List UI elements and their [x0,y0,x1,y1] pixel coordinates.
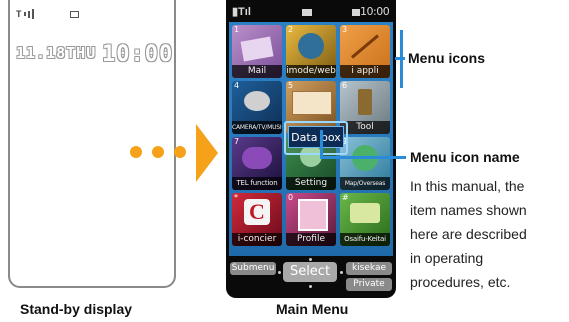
appli-icon [351,34,379,59]
menu-tile-camera-tv-music[interactable]: 4 CAMERA/TV/MUSIC [232,81,282,134]
status-bar: ▮Tıl 10:00 [226,2,396,22]
menu-tile-tel-function[interactable]: 7 TEL function [232,137,282,190]
envelope-icon [240,36,274,62]
nav-dot [278,271,281,274]
standby-date: 11.18THU [16,44,97,62]
antenna-signal-icon: ▮Tıl [232,6,251,18]
menu-tile-i-appli[interactable]: 3 i appli [340,25,390,78]
wallet-icon [350,203,380,223]
menu-tile-i-concier[interactable]: C * i-concier [232,193,282,246]
selected-item-name: Data box [288,126,344,148]
callout-line [320,156,406,159]
phone-icon [242,147,272,169]
camera-icon [244,91,270,111]
description-line: in operating [410,250,484,266]
menu-icons-label: Menu icons [408,50,486,66]
callout-line [395,57,405,60]
progress-dot [130,146,142,158]
standby-display: T 11.18THU 10:00 [8,0,176,288]
description-line: item names shown [410,202,527,218]
nav-dot [309,258,312,261]
standby-caption: Stand-by display [20,301,133,317]
description-line: procedures, etc. [410,274,511,290]
menu-icon-name-label: Menu icon name [410,149,520,165]
tool-icon [358,89,372,115]
menu-tile-mail[interactable]: 1 Mail [232,25,282,78]
nav-dot [340,271,343,274]
softkey-kisekae[interactable]: kisekae [346,262,392,275]
status-clock: 10:00 [360,5,390,18]
menu-grid: 1 Mail 2 imode/web 3 i appli 4 CAMERA/TV… [229,22,393,256]
mail-icon [70,11,79,18]
softkey-submenu[interactable]: Submenu [230,262,276,275]
progress-dot [174,146,186,158]
main-menu-screen: ▮Tıl 10:00 1 Mail 2 imode/web 3 i appli … [226,0,396,298]
antenna-signal-icon: T [16,8,34,20]
concier-icon: C [244,199,270,225]
arrow-right-icon [196,124,218,182]
callout-line [320,130,323,158]
menu-tile-osaifu-keitai[interactable]: # Osaifu-Keitai [340,193,390,246]
menu-tile-imode-web[interactable]: 2 imode/web [286,25,336,78]
menu-tile-profile[interactable]: 0 Profile [286,193,336,246]
softkey-bar: Submenu Select kisekae Private [226,258,396,296]
main-menu-caption: Main Menu [276,301,349,317]
description-line: In this manual, the [410,178,525,194]
nav-dot [309,285,312,288]
standby-time: 10:00 [102,42,174,67]
globe-icon [298,33,324,59]
progress-dot [152,146,164,158]
description-line: here are described [410,226,527,242]
annotation-description: In this manual, the item names shown her… [410,174,568,294]
battery-icon [352,9,360,16]
profile-icon [298,199,328,231]
softkey-select[interactable]: Select [283,262,337,282]
mail-icon [302,9,312,16]
softkey-private[interactable]: Private [346,278,392,291]
data-box-icon [292,91,332,115]
